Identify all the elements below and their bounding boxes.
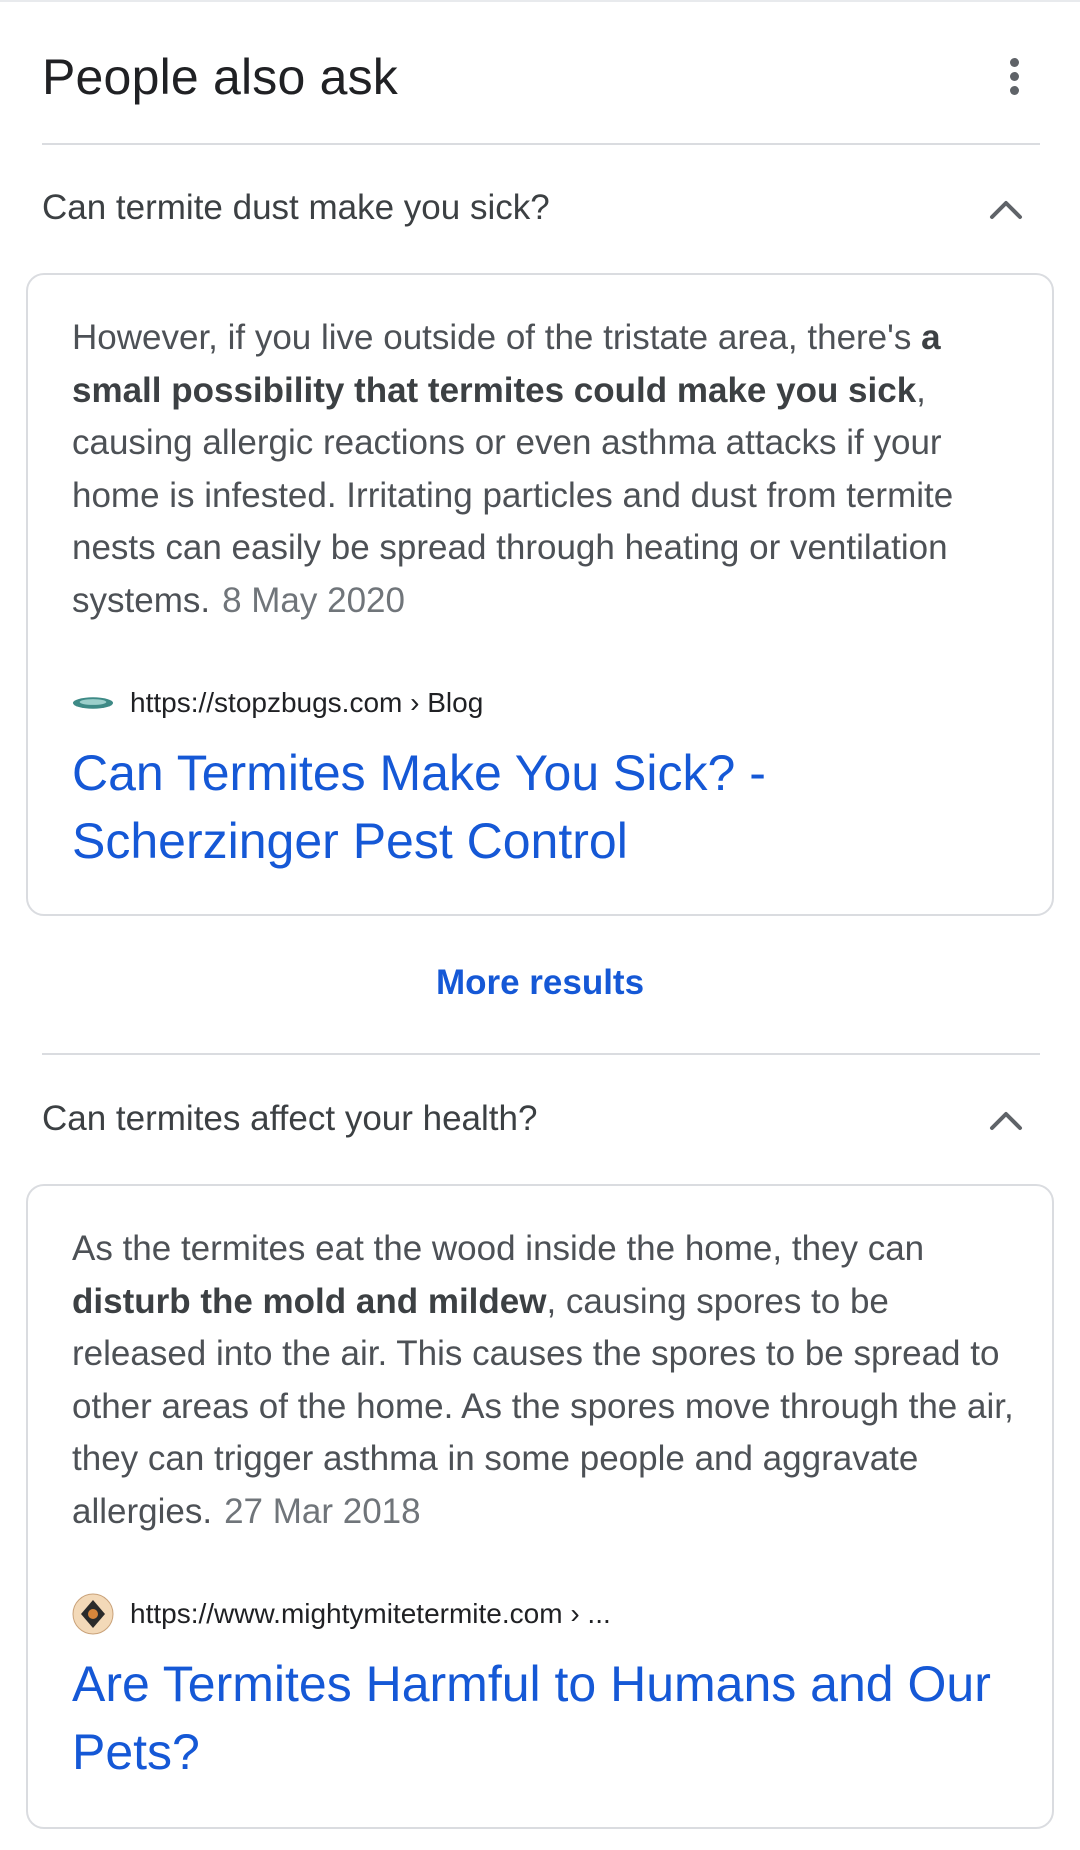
answer-highlight: disturb the mold and mildew — [72, 1281, 547, 1321]
divider — [42, 143, 1040, 145]
answer-date: 8 May 2020 — [222, 580, 405, 620]
question-text: Can termites affect your health? — [42, 1099, 538, 1138]
top-border — [0, 0, 1080, 2]
answer-card: As the termites eat the wood inside the … — [26, 1184, 1054, 1829]
source-url: https://stopzbugs.com › Blog — [130, 687, 484, 718]
section-title: People also ask — [42, 49, 399, 105]
chevron-up-icon — [990, 201, 1022, 219]
source-row[interactable]: https://stopzbugs.com › Blog — [72, 683, 483, 723]
result-title-link[interactable]: Are Termites Harmful to Humans and Our P… — [72, 1650, 1022, 1786]
answer-text: However, if you live outside of the tris… — [72, 312, 1022, 627]
answer-date: 27 Mar 2018 — [224, 1491, 421, 1531]
question-row[interactable]: Can termite dust make you sick? — [42, 160, 1040, 256]
question-text: Can termite dust make you sick? — [42, 188, 550, 227]
result-title-link[interactable]: Can Termites Make You Sick? - Scherzinge… — [72, 739, 1022, 875]
answer-text: As the termites eat the wood inside the … — [72, 1223, 1022, 1538]
answer-card: However, if you live outside of the tris… — [26, 273, 1054, 916]
people-also-ask-header: People also ask — [42, 40, 1038, 120]
chevron-up-icon — [990, 1112, 1022, 1130]
source-url: https://www.mightymitetermite.com › ... — [130, 1598, 611, 1629]
more-vert-icon[interactable] — [1006, 58, 1022, 98]
stopzbugs-favicon-icon — [72, 682, 114, 724]
question-row[interactable]: Can termites affect your health? — [42, 1071, 1040, 1167]
answer-text-part: As the termites eat the wood inside the … — [72, 1229, 925, 1268]
more-results-button[interactable]: More results — [0, 963, 1080, 1003]
source-row[interactable]: https://www.mightymitetermite.com › ... — [72, 1593, 611, 1635]
mightymite-favicon-icon — [72, 1593, 114, 1635]
answer-text-part: However, if you live outside of the tris… — [72, 318, 922, 357]
divider — [42, 1053, 1040, 1055]
